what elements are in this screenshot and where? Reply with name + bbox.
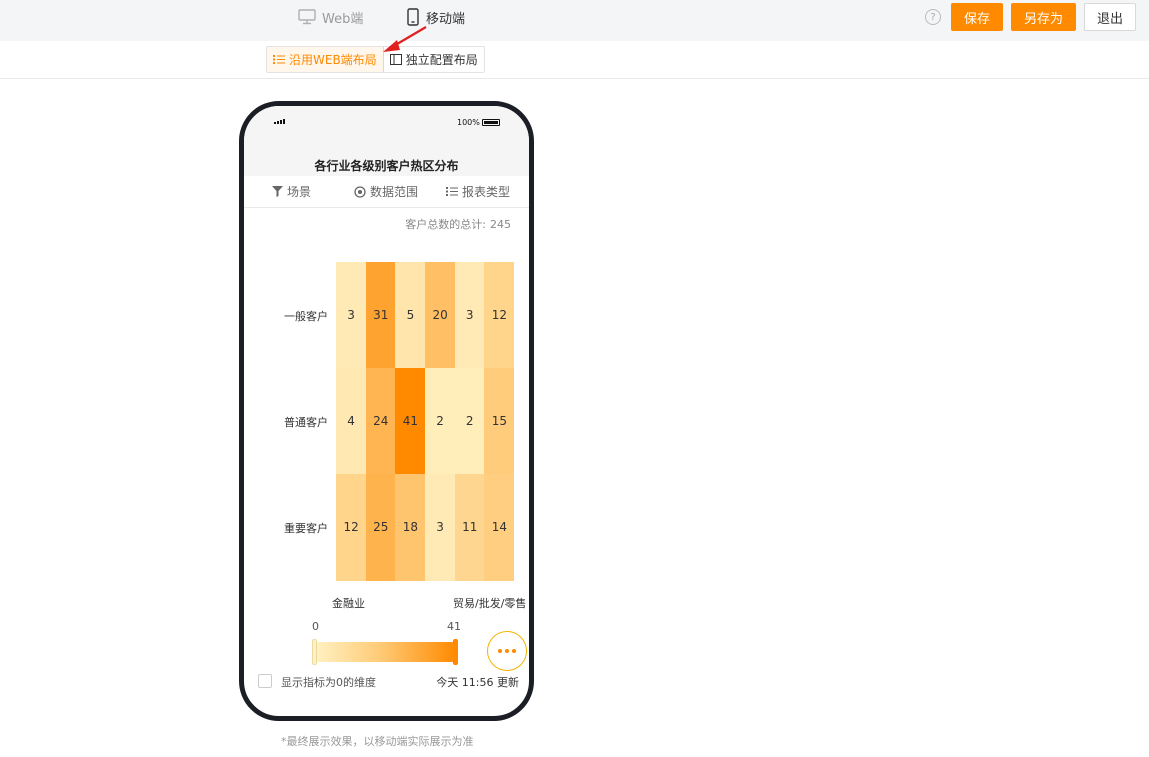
report-title: 各行业各级别客户热区分布	[244, 146, 529, 176]
show-zero-label: 显示指标为0的维度	[281, 676, 376, 689]
phone-status-bar: 100%	[244, 106, 529, 146]
annotation-arrow-icon	[383, 26, 427, 52]
top-bar: Web端 移动端 ? 保存 另存为 退出	[0, 0, 1149, 41]
heatmap-cell[interactable]: 5	[395, 262, 426, 369]
heatmap-cell[interactable]: 3	[425, 474, 456, 581]
heatmap-cell[interactable]: 4	[336, 368, 367, 475]
heatmap-cell[interactable]: 14	[484, 474, 515, 581]
list-icon	[273, 55, 285, 64]
tab-web[interactable]: Web端	[298, 6, 363, 28]
customer-total: 客户总数的总计: 245	[401, 216, 511, 232]
heatmap-grid: 3 31 5 20 3 12 4 24 41 2 2 15 12 25 18 3 11 14	[336, 262, 515, 581]
save-button[interactable]: 保存	[951, 3, 1003, 31]
heatmap-x-label: 贸易/批发/零售	[453, 597, 527, 610]
heatmap-chart: 3 31 5 20 3 12 4 24 41 2 2 15 12 25 18 3 11 14 一般客户 普通客户 重要…	[244, 256, 529, 586]
legend-max-value: 41	[447, 620, 461, 633]
heatmap-cell[interactable]: 20	[425, 262, 456, 369]
follow-web-layout-tab[interactable]: 沿用WEB端布局	[267, 47, 384, 72]
heatmap-cell[interactable]: 11	[454, 474, 485, 581]
report-type-label: 报表类型	[462, 185, 511, 199]
scene-filter-label: 场景	[287, 185, 312, 199]
layout-mode-switch: 沿用WEB端布局 独立配置布局	[266, 46, 485, 73]
legend-min-handle[interactable]	[312, 639, 317, 665]
report-toolbar: 场景 数据范围 报表类型	[244, 176, 529, 208]
heatmap-cell[interactable]: 24	[365, 368, 396, 475]
heatmap-cell[interactable]: 15	[484, 368, 515, 475]
heatmap-cell[interactable]: 3	[454, 262, 485, 369]
update-time: 今天 11:56 更新	[436, 676, 519, 689]
customer-total-value: 245	[490, 218, 511, 231]
heatmap-cell[interactable]: 41	[395, 368, 426, 475]
heatmap-cell[interactable]: 2	[425, 368, 456, 475]
more-options-button[interactable]	[487, 631, 527, 671]
heatmap-cell[interactable]: 3	[336, 262, 367, 369]
heatmap-row-label: 普通客户	[284, 416, 328, 429]
help-icon[interactable]: ?	[925, 9, 941, 25]
filter-icon	[272, 186, 283, 197]
heatmap-cell[interactable]: 25	[365, 474, 396, 581]
save-as-button[interactable]: 另存为	[1011, 3, 1076, 31]
customer-total-label: 客户总数的总计:	[405, 218, 486, 231]
heatmap-row-label: 重要客户	[284, 522, 328, 535]
heatmap-cell[interactable]: 18	[395, 474, 426, 581]
monitor-icon	[298, 9, 316, 25]
battery-icon	[482, 119, 500, 126]
tab-web-label: Web端	[322, 11, 364, 27]
tab-mobile-label: 移动端	[426, 11, 466, 27]
layout-mode-bar: 沿用WEB端布局 独立配置布局	[0, 41, 1149, 79]
battery-level: 100%	[457, 118, 480, 127]
heatmap-cell[interactable]: 2	[454, 368, 485, 475]
list-icon	[446, 187, 458, 196]
color-legend-bar	[314, 642, 456, 662]
show-zero-checkbox[interactable]	[258, 674, 272, 688]
more-dots-icon	[498, 649, 502, 653]
legend-max-handle[interactable]	[453, 639, 458, 665]
scene-filter-button[interactable]: 场景	[272, 183, 311, 200]
heatmap-x-label: 金融业	[332, 597, 365, 610]
mobile-preview-frame: 100% 各行业各级别客户热区分布 场景 数据范围 报表类型 客户总数的总计: …	[239, 101, 534, 721]
preview-footnote: *最终展示效果，以移动端实际展示为准	[281, 735, 474, 748]
signal-icon	[274, 119, 285, 124]
preview-footer: 显示指标为0的维度 今天 11:56 更新	[244, 671, 529, 695]
heatmap-cell[interactable]: 12	[484, 262, 515, 369]
exit-button[interactable]: 退出	[1084, 3, 1136, 31]
report-type-button[interactable]: 报表类型	[446, 183, 510, 200]
data-range-icon	[354, 185, 366, 198]
follow-web-layout-label: 沿用WEB端布局	[289, 53, 377, 67]
legend-min-value: 0	[312, 620, 319, 633]
data-range-label: 数据范围	[370, 185, 419, 199]
data-range-button[interactable]: 数据范围	[354, 183, 418, 200]
heatmap-row-label: 一般客户	[284, 310, 328, 323]
heatmap-cell[interactable]: 12	[336, 474, 367, 581]
heatmap-cell[interactable]: 31	[365, 262, 396, 369]
